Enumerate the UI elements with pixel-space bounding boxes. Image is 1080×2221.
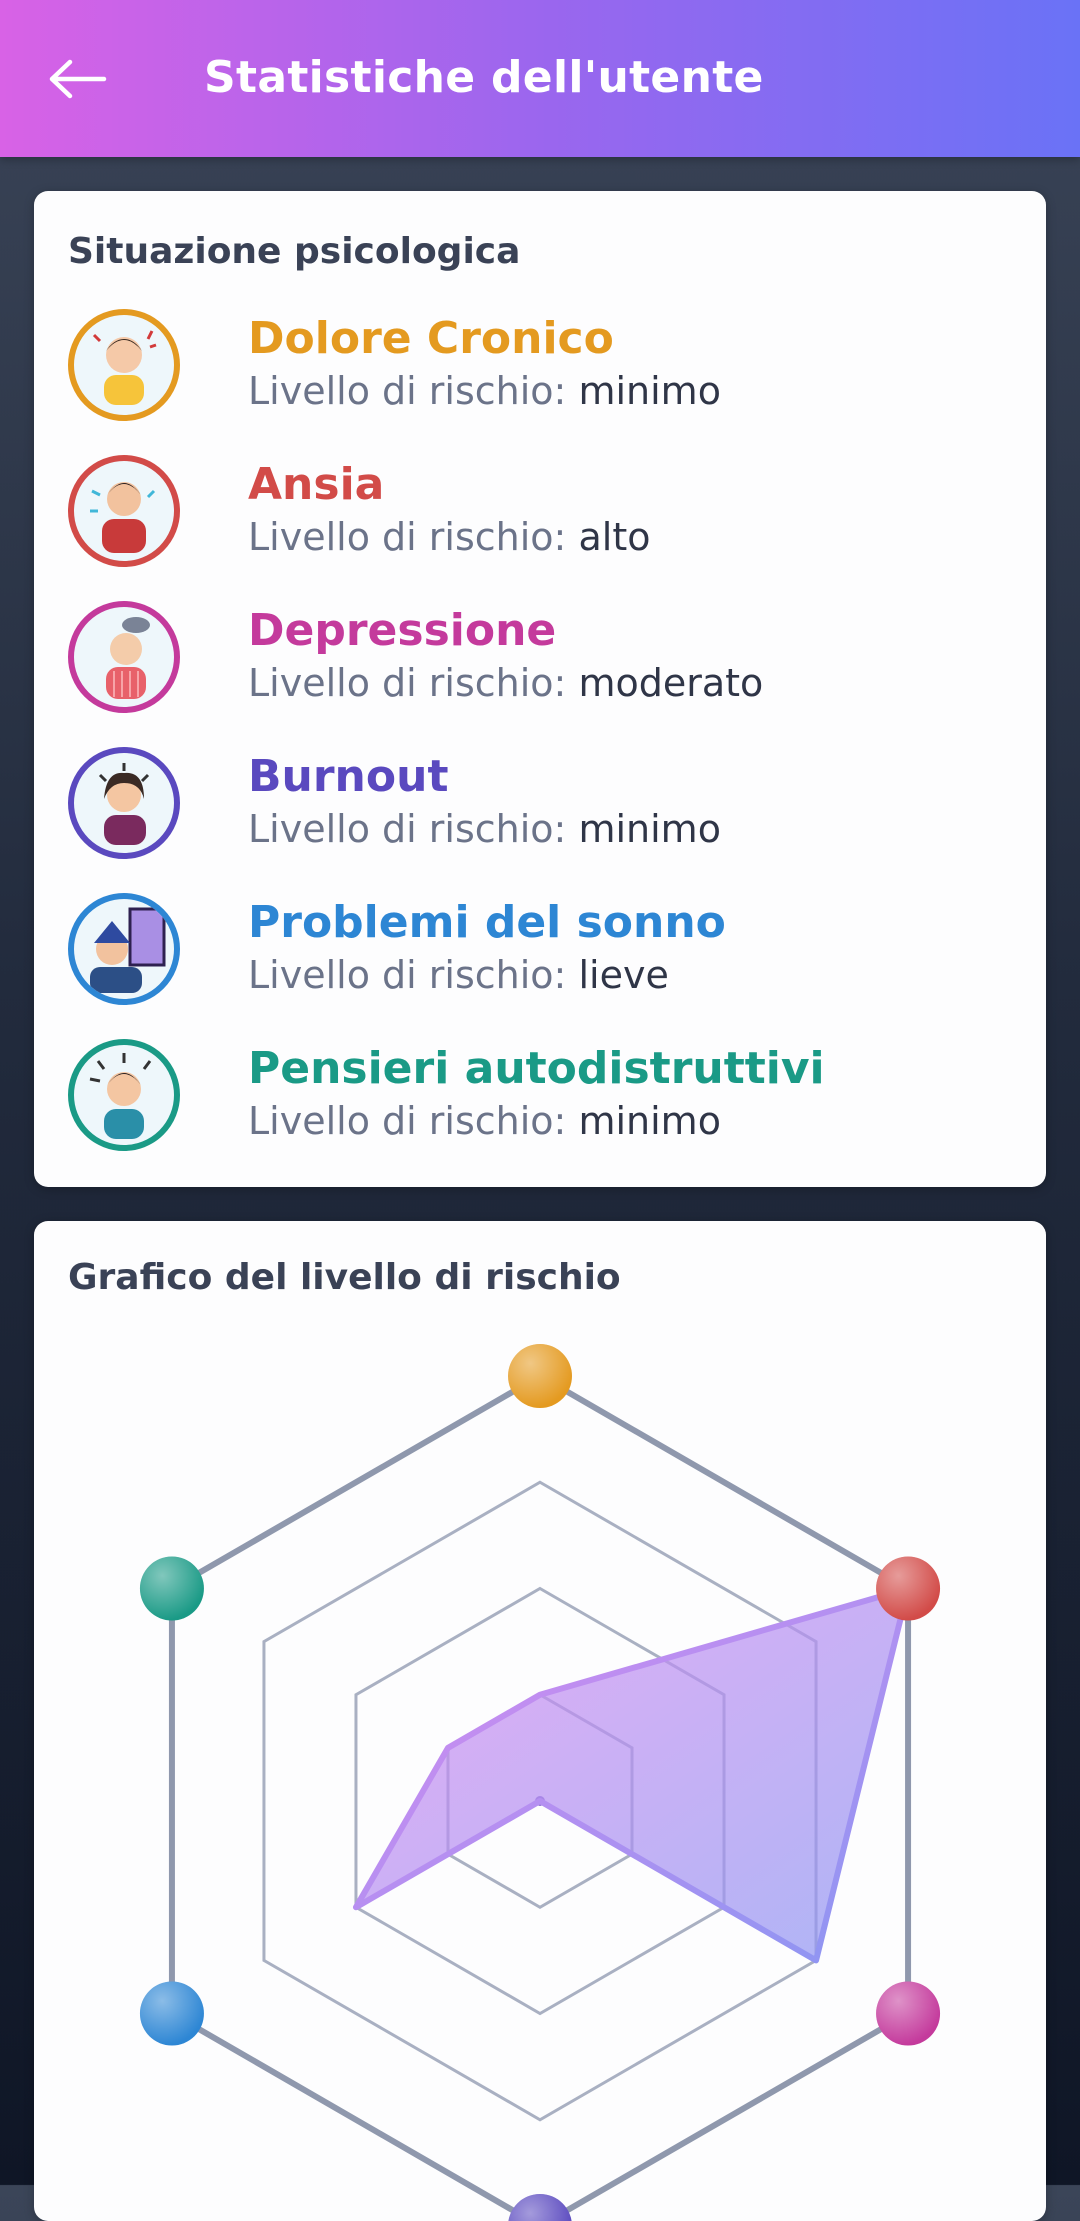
radar-axis-dot-shine bbox=[139, 1981, 204, 2046]
list-item-pensieri-autodistruttivi[interactable]: Pensieri autodistruttivi Livello di risc… bbox=[68, 1039, 1008, 1157]
anxiety-avatar bbox=[68, 455, 180, 567]
section-title: Situazione psicologica bbox=[68, 231, 521, 272]
risk-value: minimo bbox=[578, 369, 721, 413]
risk-level: Livello di rischio: minimo bbox=[248, 1099, 721, 1143]
risk-level: Livello di rischio: lieve bbox=[248, 953, 669, 997]
burnout-avatar bbox=[68, 747, 180, 859]
radar-series-area bbox=[352, 1585, 912, 1964]
arrow-left-icon bbox=[49, 59, 107, 99]
risk-label: Livello di rischio: bbox=[248, 1099, 567, 1143]
risk-label: Livello di rischio: bbox=[248, 369, 567, 413]
list-item-ansia[interactable]: Ansia Livello di rischio: alto bbox=[68, 455, 1008, 573]
radar-chart bbox=[139, 1344, 941, 2221]
risk-level: Livello di rischio: minimo bbox=[248, 807, 721, 851]
risk-label: Livello di rischio: bbox=[248, 515, 567, 559]
list-item-depressione[interactable]: Depressione Livello di rischio: moderato bbox=[68, 601, 1008, 719]
list-item-problemi-del-sonno[interactable]: Problemi del sonno Livello di rischio: l… bbox=[68, 893, 1008, 1011]
self-destructive-thoughts-avatar bbox=[68, 1039, 180, 1151]
risk-chart-card: Grafico del livello di rischio bbox=[34, 1221, 1046, 2221]
item-name: Problemi del sonno bbox=[248, 897, 726, 948]
risk-label: Livello di rischio: bbox=[248, 807, 567, 851]
radar-axis-dot-shine bbox=[508, 1344, 572, 1408]
item-name: Depressione bbox=[248, 605, 557, 656]
sleep-problems-avatar bbox=[68, 893, 180, 1005]
radar-axis-dot-shine bbox=[139, 1556, 204, 1621]
risk-label: Livello di rischio: bbox=[248, 953, 567, 997]
back-button[interactable] bbox=[38, 44, 118, 114]
risk-label: Livello di rischio: bbox=[248, 661, 567, 705]
risk-value: alto bbox=[578, 515, 651, 559]
radar-axis-dot-shine bbox=[876, 1556, 941, 1621]
risk-level: Livello di rischio: moderato bbox=[248, 661, 763, 705]
list-item-dolore-cronico[interactable]: Dolore Cronico Livello di rischio: minim… bbox=[68, 309, 1008, 427]
risk-value: minimo bbox=[578, 1099, 721, 1143]
item-name: Ansia bbox=[248, 459, 385, 510]
depression-avatar bbox=[68, 601, 180, 713]
item-name: Dolore Cronico bbox=[248, 313, 614, 364]
page-title: Statistiche dell'utente bbox=[204, 52, 764, 103]
risk-value: moderato bbox=[578, 661, 764, 705]
risk-value: minimo bbox=[578, 807, 721, 851]
risk-value: lieve bbox=[578, 953, 669, 997]
risk-level: Livello di rischio: alto bbox=[248, 515, 650, 559]
psychological-situation-card: Situazione psicologica Dolore Cronico Li… bbox=[34, 191, 1046, 1187]
risk-level: Livello di rischio: minimo bbox=[248, 369, 721, 413]
radar-axis-dot-shine bbox=[508, 2194, 572, 2221]
item-name: Pensieri autodistruttivi bbox=[248, 1043, 825, 1094]
list-item-burnout[interactable]: Burnout Livello di rischio: minimo bbox=[68, 747, 1008, 865]
app-bar: Statistiche dell'utente bbox=[0, 0, 1080, 157]
item-name: Burnout bbox=[248, 751, 449, 802]
radar-axis-dot-shine bbox=[876, 1981, 941, 2046]
chronic-pain-avatar bbox=[68, 309, 180, 421]
